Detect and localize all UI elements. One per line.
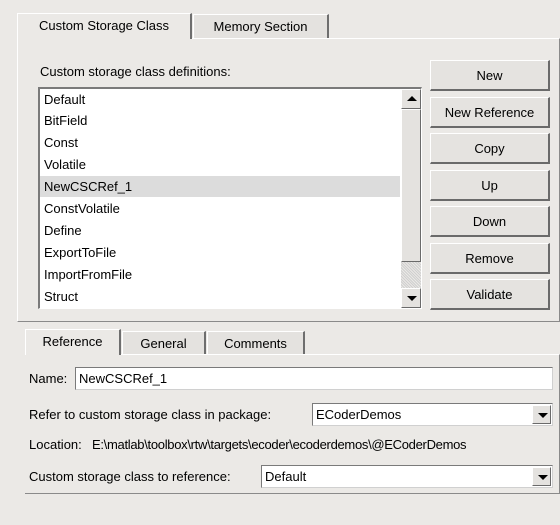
list-item[interactable]: BitField <box>40 110 400 131</box>
list-item-selected[interactable]: NewCSCRef_1 <box>40 176 400 197</box>
down-button[interactable]: Down <box>430 206 550 237</box>
package-value: ECoderDemos <box>316 407 402 422</box>
list-item[interactable]: ConstVolatile <box>40 198 400 219</box>
location-label: Location: <box>29 437 82 452</box>
tab-memory-section[interactable]: Memory Section <box>193 14 329 39</box>
list-item[interactable]: ExportToFile <box>40 242 400 263</box>
listbox-scrollbar[interactable] <box>401 89 421 308</box>
csc-dropdown-button[interactable] <box>532 467 551 486</box>
list-item[interactable]: Default <box>40 89 400 110</box>
package-label: Refer to custom storage class in package… <box>29 407 272 422</box>
scroll-up-button[interactable] <box>401 89 421 109</box>
list-item[interactable]: ImportFromFile <box>40 264 400 285</box>
tab-comments[interactable]: Comments <box>207 331 305 355</box>
list-item[interactable]: Volatile <box>40 154 400 175</box>
up-button[interactable]: Up <box>430 170 550 201</box>
scroll-down-button[interactable] <box>401 288 421 308</box>
name-label: Name: <box>29 371 68 386</box>
scroll-down-arrow-icon <box>407 296 417 301</box>
package-dropdown-button[interactable] <box>532 405 551 424</box>
chevron-down-icon <box>538 475 548 480</box>
validate-button[interactable]: Validate <box>430 279 550 310</box>
csc-reference-value: Default <box>265 469 307 484</box>
location-value: E:\matlab\toolbox\rtw\targets\ecoder\eco… <box>92 437 467 452</box>
csc-reference-label: Custom storage class to reference: <box>29 469 231 484</box>
definitions-listbox[interactable]: Default BitField Const Volatile NewCSCRe… <box>38 87 422 309</box>
scroll-up-arrow-icon <box>407 96 417 101</box>
remove-button[interactable]: Remove <box>430 243 550 274</box>
new-button[interactable]: New <box>430 60 550 91</box>
csc-reference-dropdown[interactable]: Default <box>261 465 553 488</box>
tab-reference[interactable]: Reference <box>25 329 121 355</box>
new-reference-button[interactable]: New Reference <box>430 97 550 128</box>
tab-general[interactable]: General <box>122 331 206 355</box>
scroll-track-area[interactable] <box>401 262 421 288</box>
custom-storage-class-designer: Custom Storage Class Memory Section Cust… <box>0 0 560 525</box>
list-item[interactable]: Struct <box>40 286 400 307</box>
copy-button[interactable]: Copy <box>430 133 550 164</box>
definitions-label: Custom storage class definitions: <box>40 64 231 79</box>
list-item[interactable]: Define <box>40 220 400 241</box>
tab-custom-storage-class[interactable]: Custom Storage Class <box>17 13 192 39</box>
scroll-thumb[interactable] <box>401 109 421 262</box>
chevron-down-icon <box>538 413 548 418</box>
package-dropdown[interactable]: ECoderDemos <box>312 403 553 426</box>
name-field[interactable]: NewCSCRef_1 <box>75 367 553 390</box>
list-item[interactable]: Const <box>40 132 400 153</box>
